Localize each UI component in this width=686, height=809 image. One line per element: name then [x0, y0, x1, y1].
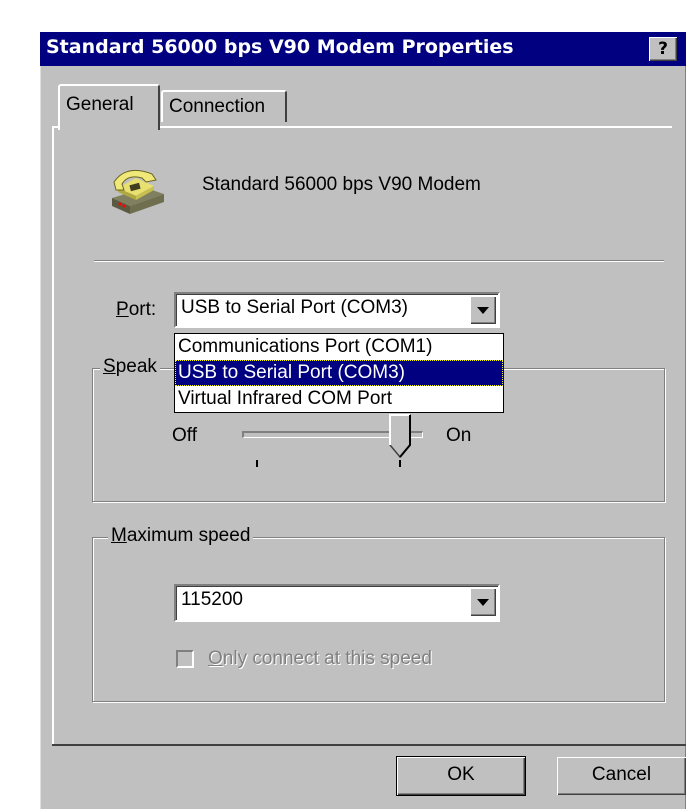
port-label-accel: P — [116, 299, 129, 320]
max-speed-label-rest: aximum speed — [126, 525, 251, 546]
tab-connection-label: Connection — [169, 96, 266, 117]
port-label: Port: — [116, 299, 156, 321]
help-button[interactable]: ? — [649, 37, 677, 61]
speaker-label-accel: S — [103, 356, 116, 377]
max-speed-label-accel: M — [111, 525, 127, 546]
only-connect-checkbox[interactable] — [176, 650, 194, 668]
max-speed-combobox[interactable]: 115200 — [174, 584, 500, 622]
separator-line — [94, 260, 664, 262]
port-option-infrared[interactable]: Virtual Infrared COM Port — [175, 386, 503, 412]
slider-tick-max — [399, 460, 401, 467]
chevron-down-icon — [477, 307, 489, 314]
only-connect-accel: O — [208, 648, 223, 669]
max-speed-combobox-value: 115200 — [181, 589, 243, 610]
port-label-rest: ort: — [128, 299, 157, 320]
modem-name: Standard 56000 bps V90 Modem — [202, 174, 481, 195]
tab-general-label: General — [66, 94, 134, 115]
port-dropdown-list[interactable]: Communications Port (COM1) USB to Serial… — [174, 333, 504, 413]
max-speed-group-label: Maximum speed — [108, 525, 254, 547]
port-dropdown-button[interactable] — [470, 296, 496, 324]
port-option-com1[interactable]: Communications Port (COM1) — [175, 334, 503, 360]
port-combobox-value: USB to Serial Port (COM3) — [181, 297, 408, 318]
speaker-slider-thumb[interactable] — [388, 413, 412, 459]
tab-general[interactable]: General — [58, 84, 160, 130]
port-option-com3[interactable]: USB to Serial Port (COM3) — [175, 360, 503, 386]
only-connect-label: Only connect at this speed — [208, 648, 432, 670]
title-bar[interactable]: Standard 56000 bps V90 Modem Properties … — [40, 32, 686, 66]
speaker-group-label: Speak — [100, 356, 160, 378]
tab-connection[interactable]: Connection — [161, 90, 287, 122]
only-connect-rest: nly connect at this speed — [222, 648, 432, 669]
speaker-label-rest: peak — [115, 356, 157, 377]
window-title: Standard 56000 bps V90 Modem Properties — [46, 36, 514, 58]
chevron-down-icon — [477, 599, 489, 606]
speaker-on-label: On — [446, 425, 472, 446]
port-combobox[interactable]: USB to Serial Port (COM3) — [174, 292, 500, 328]
max-speed-dropdown-button[interactable] — [470, 588, 496, 616]
speaker-off-label: Off — [172, 425, 197, 446]
cancel-button[interactable]: Cancel — [557, 757, 686, 795]
ok-button[interactable]: OK — [397, 757, 525, 795]
panel-bottom-edge — [52, 744, 686, 746]
slider-tick-min — [256, 460, 258, 467]
modem-phone-icon — [112, 169, 164, 214]
